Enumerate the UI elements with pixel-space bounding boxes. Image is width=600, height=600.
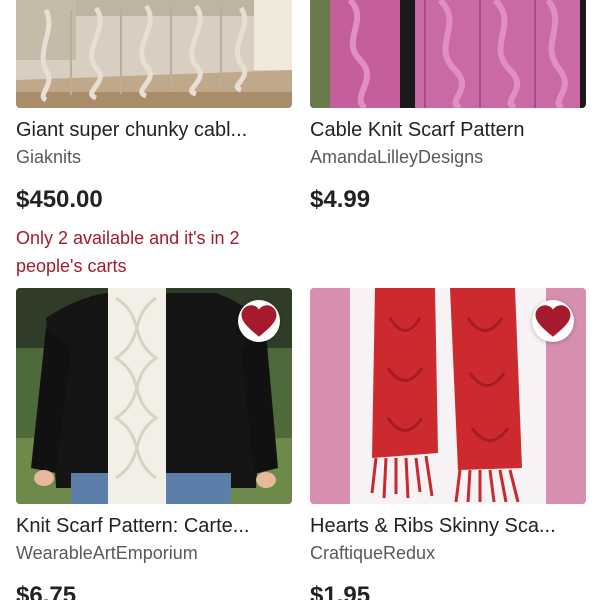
shop-name: Giaknits (16, 147, 82, 167)
urgency-message: Only 2 available and it's in 2 people's … (16, 228, 240, 276)
listing-title[interactable]: Hearts & Ribs Skinny Sca... (310, 514, 586, 538)
listing-card[interactable]: Giant super chunky cabl... Giaknits $450… (16, 0, 292, 280)
shop-name: WearableArtEmporium (16, 543, 198, 563)
favorite-button[interactable] (532, 300, 574, 342)
shop-name: CraftiqueRedux (310, 543, 436, 563)
listing-image-pink-scarf[interactable] (310, 0, 586, 108)
favorite-button[interactable] (238, 300, 280, 342)
heart-filled-icon (241, 305, 277, 337)
listing-title[interactable]: Cable Knit Scarf Pattern (310, 118, 586, 142)
listing-price: $1.95 (310, 582, 371, 600)
listing-image-white-scarf[interactable] (16, 288, 292, 504)
listing-card[interactable]: Hearts & Ribs Skinny Sca... CraftiqueRed… (310, 288, 586, 600)
listing-price: $6.75 (16, 582, 77, 600)
listing-title[interactable]: Giant super chunky cabl... (16, 118, 292, 142)
shop-name: AmandaLilleyDesigns (310, 147, 484, 167)
listing-card[interactable]: Cable Knit Scarf Pattern AmandaLilleyDes… (310, 0, 586, 214)
heart-filled-icon (535, 305, 571, 337)
listing-price: $4.99 (310, 186, 371, 213)
listing-card[interactable]: Knit Scarf Pattern: Carte... WearableArt… (16, 288, 292, 600)
listing-title[interactable]: Knit Scarf Pattern: Carte... (16, 514, 292, 538)
listing-image-red-scarf[interactable] (310, 288, 586, 504)
listing-price: $450.00 (16, 186, 103, 213)
listing-image-blanket[interactable] (16, 0, 292, 108)
